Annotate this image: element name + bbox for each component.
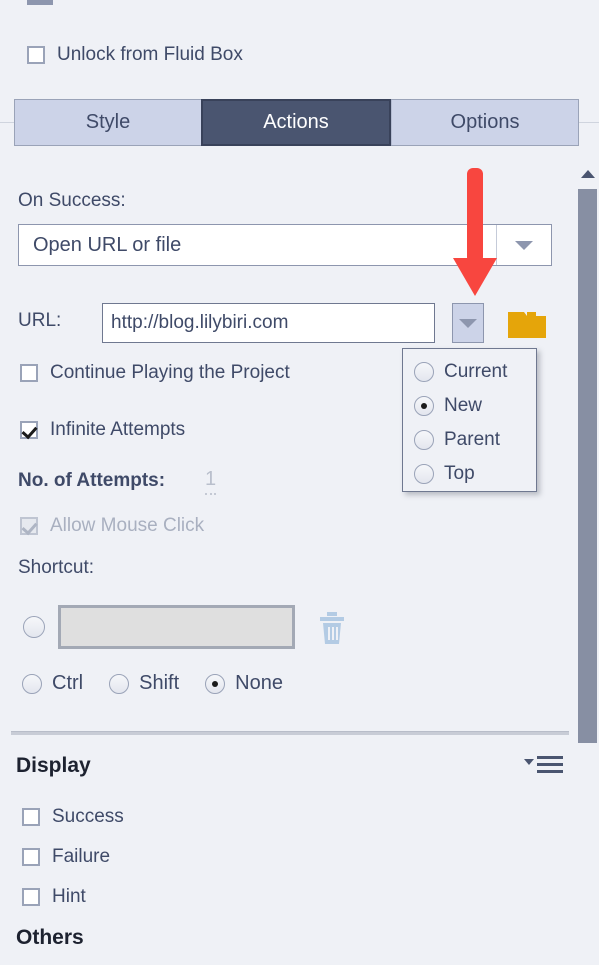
folder-icon[interactable] — [508, 308, 546, 338]
scroll-up-arrow-icon[interactable] — [581, 170, 595, 178]
target-option-current-label: Current — [444, 361, 508, 382]
radio-icon[interactable] — [414, 430, 434, 450]
url-input[interactable] — [102, 303, 435, 343]
shortcut-enable-radio[interactable] — [23, 616, 45, 638]
shortcut-input[interactable] — [58, 605, 295, 649]
vertical-scrollbar-thumb[interactable] — [578, 189, 597, 743]
display-hint-label: Hint — [52, 886, 86, 907]
top-cropped-widget — [27, 0, 53, 5]
unlock-from-fluid-box-row[interactable]: Unlock from Fluid Box — [27, 44, 243, 66]
modifier-ctrl-label: Ctrl — [52, 672, 84, 694]
property-tabs: Style Actions Options — [14, 99, 579, 146]
target-option-top[interactable]: Top — [403, 457, 536, 491]
chevron-down-icon — [515, 240, 533, 250]
display-section-title: Display — [16, 754, 91, 777]
radio-icon-selected[interactable] — [414, 396, 434, 416]
display-hint-checkbox[interactable] — [22, 888, 40, 906]
modifier-shift[interactable]: Shift — [109, 672, 179, 695]
continue-playing-label: Continue Playing the Project — [50, 362, 290, 383]
tabbar-rule-left — [0, 122, 14, 123]
tab-actions[interactable]: Actions — [201, 99, 391, 146]
target-option-parent-label: Parent — [444, 429, 500, 450]
others-section-title: Others — [16, 926, 84, 949]
shortcut-label: Shortcut: — [18, 557, 95, 578]
display-item-success-row[interactable]: Success — [22, 806, 124, 828]
url-label: URL: — [18, 310, 62, 331]
allow-mouse-click-row: Allow Mouse Click — [20, 515, 204, 537]
radio-icon[interactable] — [109, 673, 130, 694]
display-failure-checkbox[interactable] — [22, 848, 40, 866]
section-divider — [11, 731, 569, 735]
display-success-label: Success — [52, 806, 124, 827]
url-target-dropdown-button[interactable] — [452, 303, 484, 343]
radio-icon[interactable] — [414, 464, 434, 484]
display-section-menu-button[interactable] — [524, 756, 563, 773]
on-success-dropdown[interactable]: Open URL or file — [18, 224, 552, 266]
unlock-from-fluid-box-checkbox[interactable] — [27, 46, 45, 64]
shortcut-modifier-group: Ctrl Shift None — [22, 672, 309, 695]
on-success-value: Open URL or file — [33, 233, 182, 256]
radio-icon[interactable] — [414, 362, 434, 382]
modifier-none[interactable]: None — [205, 672, 283, 695]
display-item-hint-row[interactable]: Hint — [22, 886, 86, 908]
target-option-parent[interactable]: Parent — [403, 423, 536, 457]
infinite-attempts-label: Infinite Attempts — [50, 419, 186, 440]
target-option-new[interactable]: New — [403, 389, 536, 423]
allow-mouse-click-checkbox — [20, 517, 38, 535]
on-success-dropdown-arrow[interactable] — [496, 225, 551, 265]
display-success-checkbox[interactable] — [22, 808, 40, 826]
target-option-top-label: Top — [444, 463, 475, 484]
chevron-down-icon — [459, 318, 477, 328]
target-option-current[interactable]: Current — [403, 355, 536, 389]
unlock-from-fluid-box-label: Unlock from Fluid Box — [57, 44, 243, 65]
tabbar-rule-right — [579, 122, 599, 123]
continue-playing-checkbox[interactable] — [20, 364, 38, 382]
modifier-shift-label: Shift — [139, 672, 180, 694]
chevron-down-icon — [524, 758, 534, 765]
continue-playing-row[interactable]: Continue Playing the Project — [20, 362, 290, 384]
allow-mouse-click-label: Allow Mouse Click — [50, 515, 205, 536]
no-of-attempts-label: No. of Attempts: — [18, 470, 166, 491]
radio-icon[interactable] — [22, 673, 42, 694]
tab-options[interactable]: Options — [391, 100, 578, 145]
on-success-label: On Success: — [18, 190, 126, 211]
modifier-ctrl[interactable]: Ctrl — [22, 672, 83, 695]
infinite-attempts-checkbox[interactable] — [20, 421, 38, 439]
trash-icon[interactable] — [318, 612, 346, 644]
no-of-attempts-value[interactable]: 1 — [205, 468, 217, 495]
url-target-popup: Current New Parent Top — [402, 348, 537, 492]
display-item-failure-row[interactable]: Failure — [22, 846, 110, 868]
radio-icon-selected[interactable] — [205, 673, 226, 694]
modifier-none-label: None — [235, 672, 283, 694]
tab-style[interactable]: Style — [15, 100, 201, 145]
hamburger-menu-icon — [537, 756, 563, 773]
display-failure-label: Failure — [52, 846, 111, 867]
target-option-new-label: New — [444, 395, 483, 416]
infinite-attempts-row[interactable]: Infinite Attempts — [20, 419, 185, 441]
